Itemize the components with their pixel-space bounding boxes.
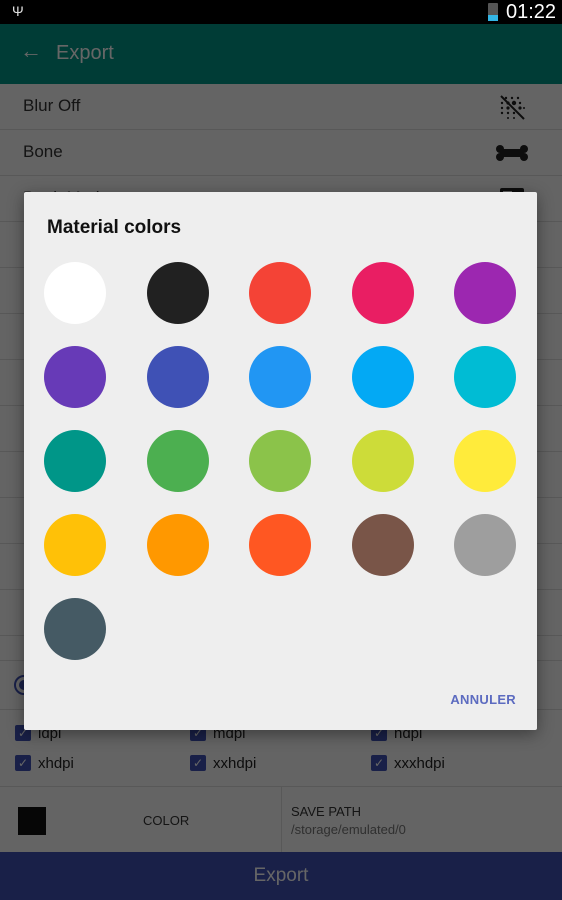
material-colors-dialog: Material colors ANNULER [24, 192, 537, 730]
color-option-teal[interactable] [44, 430, 106, 492]
color-option-deep-orange[interactable] [249, 514, 311, 576]
color-option-cyan[interactable] [454, 346, 516, 408]
color-option-deep-purple[interactable] [44, 346, 106, 408]
battery-level [488, 14, 498, 21]
color-option-amber[interactable] [44, 514, 106, 576]
clock: 01:22 [506, 1, 557, 23]
usb-icon: Ψ [12, 3, 24, 19]
color-option-brown[interactable] [351, 514, 414, 576]
color-option-orange[interactable] [146, 514, 209, 576]
color-option-indigo[interactable] [146, 346, 209, 408]
color-option-purple[interactable] [454, 262, 516, 324]
dialog-title: Material colors [47, 217, 182, 238]
battery-icon [488, 3, 498, 21]
color-option-pink[interactable] [351, 262, 414, 324]
color-option-blue-grey[interactable] [44, 598, 106, 660]
status-bar: Ψ 01:22 [0, 0, 562, 24]
color-option-white[interactable] [44, 262, 106, 324]
color-option-light-blue[interactable] [351, 346, 414, 408]
color-option-black[interactable] [146, 262, 209, 324]
color-option-blue[interactable] [249, 346, 311, 408]
color-option-yellow[interactable] [454, 430, 516, 492]
color-option-green[interactable] [146, 430, 209, 492]
color-option-lime[interactable] [351, 430, 414, 492]
color-option-red[interactable] [249, 262, 311, 324]
color-option-grey[interactable] [454, 514, 516, 576]
color-option-light-green[interactable] [249, 430, 311, 492]
cancel-button[interactable]: ANNULER [450, 692, 516, 707]
